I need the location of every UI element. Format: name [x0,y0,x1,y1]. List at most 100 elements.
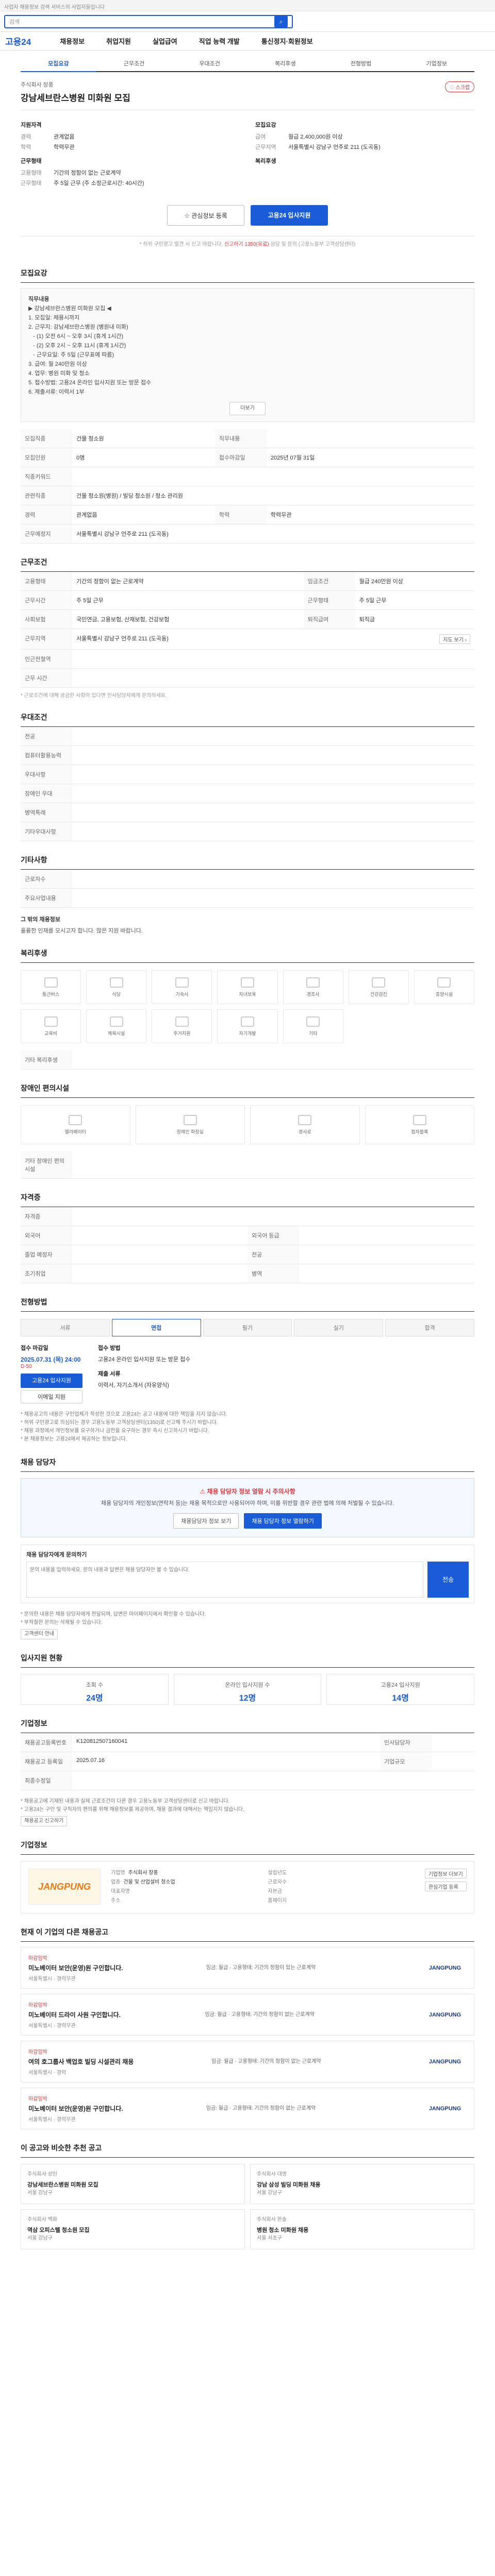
cell-key: 전공 [21,727,72,746]
summary-recruit-title: 모집요강 [255,122,276,128]
gnb-item-jobs[interactable]: 채용정보 [60,36,85,46]
report-link[interactable]: 신고하기 1350(유료) [224,242,269,247]
search-input[interactable]: 검색 ⌕ [4,14,293,28]
card-title[interactable]: 강남세브란스병원 미화원 모집 [27,2181,238,2189]
stat-label: 고용24 입사지원 [381,1682,420,1688]
list-item[interactable]: 마감임박 미노베이터 보안(운영)원 구인합니다. 서울특별시 · 경력무관 임금:… [21,1947,474,1989]
cell-value: 주 5일 근무 [355,590,474,610]
stats-section: 입사지원 현황 조회 수 24명 온라인 입사지원 수 12명 고용24 입사지원 1… [21,1653,475,1705]
cell-key: 컴퓨터활용능력 [21,745,72,765]
table-row: 채용공고등록번호 K120812507160041 인사담당자 [21,1733,474,1752]
cell-value [432,1752,474,1771]
tab-recruit[interactable]: 모집요강 [21,56,96,72]
desc-line: 6. 제출서류: 이력서 1부 [28,389,85,395]
list-item[interactable]: 마감임박 미노베이터 드라이 사원 구인합니다. 서울특별시 · 경력무관 임금: … [21,1994,474,2036]
manager-view-button[interactable]: 채용 담당자 정보 열람하기 [244,1513,322,1529]
tab-welfare[interactable]: 복리후생 [248,56,323,71]
cell-value [299,1226,474,1245]
tab-prefer[interactable]: 우대조건 [172,56,248,71]
tab-company[interactable]: 기업정보 [399,56,474,71]
recommend-card[interactable]: 주식회사 성인 강남세브란스병원 미화원 모집 서울 강남구 [21,2164,245,2204]
procedure-title: 전형방법 [21,1297,474,1312]
table-row: 근무 시간 [21,668,474,688]
cell-value: 국민연금, 고용보험, 산재보험, 건강보험 [72,609,304,629]
step-pass: 합격 [385,1319,474,1336]
item-title[interactable]: 여의 호그룹사 백업호 빌딩 시설관리 채용 [28,2057,134,2066]
note-line: * 허위 구인광고로 의심되는 경우 고용노동부 고객상담센터(1350)로 신… [21,1420,218,1426]
gnb-item-account[interactable]: 통신정지·회원정보 [261,36,313,46]
apply-button[interactable]: 고용24 입사지원 [251,205,328,226]
table-row: 전공 [21,727,474,746]
cell-value [299,1264,474,1283]
interest-button[interactable]: ☆ 관심정보 등록 [167,205,244,226]
apply-email-button[interactable]: 이메일 지원 [21,1390,82,1403]
item-title[interactable]: 미노베이터 보안(운영)원 구인합니다. [28,2104,123,2113]
more-button[interactable]: 더보기 [229,402,266,415]
tab-procedure[interactable]: 전형방법 [323,56,399,71]
report-posting-link[interactable]: 채용공고 신고하기 [21,1816,68,1826]
cell-key: 조기취업 [21,1264,72,1283]
manager-section: 채용 담당자 ⚠ 채용 담당자 정보 열람 시 주의사항 채용 담당자의 개인정… [21,1457,474,1639]
cell-key: 경력 [21,505,72,524]
cell-value [72,1245,248,1264]
recommend-card[interactable]: 주식회사 백화 역삼 오피스텔 청소원 모집 서울 강남구 [21,2209,245,2249]
gnb-item-support[interactable]: 취업지원 [106,36,131,46]
summary-key: 학력 [21,144,31,150]
company-info-item: 설립년도 [268,1869,414,1878]
company-info-item: 자본금 [268,1887,414,1896]
report-notice: * 허위 구인광고 발견 시 신고 바랍니다. 신고하기 1350(유료) 상담… [21,236,474,255]
apply-online-button[interactable]: 고용24 입사지원 [21,1374,82,1388]
prefer-section: 우대조건 전공 컴퓨터활용능력 우대사항 장애인 우대 병역특례 기타우대사항 [21,712,474,841]
gnb-item-training[interactable]: 직업 능력 개발 [199,36,240,46]
toilet-icon [183,1114,197,1125]
note-line: * 채용 과정에서 개인정보를 요구하거나 금전을 요구하는 경우 즉시 신고하… [21,1428,209,1434]
table-row: 근무시간 주 5일 근무 근무형태 주 5일 근무 [21,590,474,610]
summary-worktype-title: 근무형태 [21,158,42,164]
desc-line: 1. 모집일: 채용시까지 [28,315,80,321]
table-row: 자격증 [21,1207,474,1226]
list-item[interactable]: 마감임박 미노베이터 보안(운영)원 구인합니다. 서울특별시 · 경력무관 임금:… [21,2088,474,2129]
cell-key: 퇴직급여 [303,609,355,629]
housing-icon [175,1016,189,1027]
list-item[interactable]: 마감임박 여의 호그룹사 백업호 빌딩 시설관리 채용 서울특별시 · 경력 임금:… [21,2041,474,2082]
card-title[interactable]: 역삼 오피스텔 청소원 모집 [27,2226,238,2234]
recommend-card[interactable]: 주식회사 한솔 병원 청소 미화원 채용 서울 서초구 [250,2209,474,2249]
qa-send-button[interactable]: 전송 [427,1562,469,1598]
company-more-button[interactable]: 기업정보 더보기 [424,1869,467,1878]
company-interest-button[interactable]: 관심기업 등록 [424,1882,467,1891]
item-meta: 서울특별시 · 경력무관 [28,1976,76,1982]
welfare-label: 주거지원 [173,1030,191,1036]
item-title[interactable]: 미노베이터 보안(운영)원 구인합니다. [28,1963,123,1972]
card-title[interactable]: 병원 청소 미화원 채용 [257,2226,468,2234]
procedure-steps: 서류 면접 필기 실기 합격 [21,1319,474,1336]
manager-text: 채용 담당자의 개인정보(연락처 등)는 채용 목적으로만 사용되어야 하며, … [101,1500,394,1506]
company-info-grid: 기업명 주식회사 장풍 설립년도 업종 건물 및 산업설비 청소업 근로자수 대표자… [111,1869,415,1906]
scrap-button[interactable]: ♡ 스크랩 [444,81,474,92]
map-button[interactable]: 지도 보기 › [439,634,470,644]
info-key: 대표자명 [111,1889,130,1894]
qa-help-link[interactable]: 고객센터 안내 [21,1629,58,1639]
facility-label: 엘리베이터 [64,1129,86,1134]
same-company-section: 현재 이 기업의 다른 채용공고 마감임박 미노베이터 보안(운영)원 구인합니다… [21,1927,474,2129]
tab-work[interactable]: 근무조건 [96,56,172,71]
qa-row: 전송 [26,1562,469,1598]
gnb-item-unemployment[interactable]: 실업급여 [153,36,177,46]
manager-info-button[interactable]: 채용담당자 정보 보기 [173,1513,239,1529]
table-row: 고용형태 기간의 정함이 없는 근로계약 임금조건 월급 240만원 이상 [21,572,474,591]
search-icon[interactable]: ⌕ [274,15,288,27]
recommend-card[interactable]: 주식회사 대명 강남 삼성 빌딩 미화원 채용 서울 강남구 [250,2164,474,2204]
company-info-item: 주소 [111,1896,257,1906]
card-company: 주식회사 대명 [257,2172,287,2177]
table-row: 기타 장애인 편의시설 [21,1151,474,1179]
info-key: 홈페이지 [268,1898,287,1904]
card-title[interactable]: 강남 삼성 빌딩 미화원 채용 [257,2181,468,2189]
qa-input[interactable] [26,1562,423,1598]
company-name[interactable]: 주식회사 장풍 [21,80,474,89]
cell-key: 병역 [248,1264,299,1283]
table-row: 관련직종 건물 청소원(병원) / 빌딩 청소원 / 청소 관리원 [21,486,474,505]
welfare-item: 체육시설 [86,1009,147,1043]
site-logo[interactable]: 고용24 [5,35,31,47]
item-title[interactable]: 미노베이터 드라이 사원 구인합니다. [28,2010,121,2019]
welfare-label: 자녀보육 [239,991,256,997]
card-company: 주식회사 백화 [27,2217,57,2223]
